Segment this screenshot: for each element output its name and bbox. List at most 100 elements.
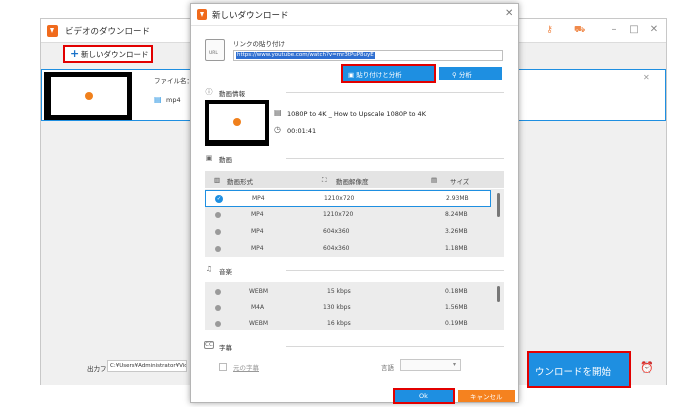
row-format: WEBM: [249, 288, 269, 295]
paste-and-analyze-button[interactable]: ▣ 貼り付けと分析: [341, 64, 436, 83]
radio-unselected-icon[interactable]: [215, 321, 221, 327]
divider: [286, 158, 504, 159]
row-resolution: 1210x720: [324, 195, 355, 202]
analyze-button[interactable]: ⚲ 分析: [439, 67, 502, 80]
radio-unselected-icon[interactable]: [215, 229, 221, 235]
size-col-icon: ▤: [431, 176, 438, 184]
row-format: MP4: [251, 245, 264, 252]
radio-unselected-icon[interactable]: [215, 246, 221, 252]
task-filename-label: ファイル名：: [154, 77, 193, 85]
dialog-title-bar: 新しいダウンロード ✕: [191, 4, 518, 26]
search-icon: ⚲: [452, 71, 459, 79]
url-icon-text: URL: [209, 51, 218, 56]
dialog-title: 新しいダウンロード: [212, 11, 289, 21]
main-window-title: ビデオのダウンロード: [65, 27, 151, 37]
original-subtitle-label[interactable]: 元の字幕: [233, 362, 259, 372]
audio-row[interactable]: WEBM 16 kbps 0.19MB: [205, 316, 491, 330]
analyze-label: 分析: [458, 71, 472, 79]
clipboard-icon: ▣: [348, 71, 357, 79]
subtitle-section-header: 字幕: [219, 344, 232, 352]
video-row[interactable]: ✓ MP4 1210x720 2.93MB: [205, 190, 491, 207]
app-logo-icon: [197, 9, 207, 20]
output-folder-field[interactable]: C:¥Users¥Administrator¥Vid: [107, 360, 187, 372]
video-duration: 00:01:41: [287, 127, 317, 135]
new-download-dialog: 新しいダウンロード ✕ URL リンクの貼り付け https://www.you…: [190, 3, 519, 404]
info-icon: ⓘ: [205, 88, 213, 96]
radio-unselected-icon[interactable]: [215, 212, 221, 218]
divider: [286, 346, 504, 347]
maximize-button[interactable]: □: [627, 23, 641, 37]
analyze-content: ⚲ 分析: [452, 69, 472, 79]
format-col-icon: ▥: [214, 176, 221, 184]
divider: [286, 270, 504, 271]
row-size: 1.18MB: [445, 245, 468, 252]
audio-row[interactable]: WEBM 15 kbps 0.18MB: [205, 284, 491, 299]
row-format: MP4: [252, 195, 265, 202]
new-download-button[interactable]: + 新しいダウンロード: [63, 45, 153, 63]
row-size: 2.93MB: [446, 195, 469, 202]
radio-selected-icon[interactable]: ✓: [215, 195, 223, 203]
video-row[interactable]: MP4 604x360 3.26MB: [205, 224, 491, 241]
audio-table: WEBM 15 kbps 0.18MB M4A 130 kbps 1.56MB …: [205, 282, 504, 330]
row-size: 1.56MB: [445, 304, 468, 311]
new-download-label: 新しいダウンロード: [81, 50, 149, 59]
row-size: 0.19MB: [445, 320, 468, 327]
row-size: 3.26MB: [445, 228, 468, 235]
thumbnail-frame: [51, 77, 127, 115]
audio-section-header: 音楽: [219, 268, 232, 276]
radio-unselected-icon[interactable]: [215, 289, 221, 295]
alarm-clock-icon[interactable]: ⏰: [640, 361, 654, 374]
video-file-icon: ▤: [154, 95, 162, 104]
cancel-button[interactable]: キャンセル: [458, 390, 515, 402]
cancel-label: キャンセル: [470, 393, 503, 401]
row-size: 0.18MB: [445, 288, 468, 295]
task-close-icon[interactable]: ✕: [643, 73, 650, 82]
task-format: mp4: [166, 96, 181, 104]
task-thumbnail: [44, 72, 132, 120]
original-subtitle-checkbox[interactable]: [219, 363, 227, 371]
row-format: MP4: [251, 228, 264, 235]
start-download-label: ウンロードを開始: [535, 367, 612, 378]
row-bitrate: 16 kbps: [327, 320, 351, 327]
key-icon[interactable]: ⚷: [544, 25, 555, 36]
clock-icon: ◷: [274, 125, 281, 134]
start-download-button[interactable]: ウンロードを開始: [527, 351, 631, 388]
music-icon: ♫: [205, 265, 213, 273]
ok-label: Ok: [419, 392, 428, 400]
audio-table-scrollbar[interactable]: [497, 286, 500, 302]
minimize-button[interactable]: –: [607, 23, 621, 37]
url-value: https://www.youtube.com/watch?v=mr3tPuP8…: [236, 52, 375, 59]
file-icon: ▤: [274, 108, 282, 117]
audio-row[interactable]: M4A 130 kbps 1.56MB: [205, 300, 491, 315]
window-close-button[interactable]: ✕: [647, 23, 661, 37]
video-info-header: 動画情報: [219, 90, 245, 98]
row-resolution: 604x360: [323, 245, 350, 252]
col-resolution: 動画解像度: [336, 178, 369, 186]
play-icon: [85, 92, 93, 100]
url-input[interactable]: https://www.youtube.com/watch?v=mr3tPuP8…: [233, 50, 503, 61]
row-size: 8.24MB: [445, 211, 468, 218]
divider: [286, 92, 504, 93]
video-table-scrollbar[interactable]: [497, 193, 500, 217]
chevron-down-icon: ▾: [453, 361, 457, 368]
video-title: 1080P to 4K _ How to Upscale 1080P to 4K: [287, 110, 426, 118]
row-format: M4A: [251, 304, 265, 311]
video-section-header: 動画: [219, 156, 232, 164]
video-row[interactable]: MP4 604x360 1.18MB: [205, 241, 491, 258]
video-table-header: ▥ 動画形式 ⛶ 動画解像度 ▤ サイズ: [205, 171, 504, 188]
plus-icon: +: [70, 47, 80, 60]
dialog-close-icon[interactable]: ✕: [505, 8, 513, 19]
paste-link-label: リンクの貼り付け: [233, 40, 285, 48]
film-icon: ▣: [205, 154, 213, 162]
row-resolution: 1210x720: [323, 211, 354, 218]
row-bitrate: 130 kbps: [323, 304, 351, 311]
language-label: 言語: [381, 364, 394, 372]
thumbnail-frame: [209, 104, 265, 140]
video-row[interactable]: MP4 1210x720 8.24MB: [205, 207, 491, 224]
language-select[interactable]: ▾: [400, 359, 461, 371]
ok-button[interactable]: Ok: [393, 388, 455, 404]
radio-unselected-icon[interactable]: [215, 305, 221, 311]
cart-icon[interactable]: ⛟: [574, 25, 585, 36]
video-table: ✓ MP4 1210x720 2.93MB MP4 1210x720 8.24M…: [205, 189, 504, 257]
url-clipboard-icon: URL: [205, 39, 225, 61]
